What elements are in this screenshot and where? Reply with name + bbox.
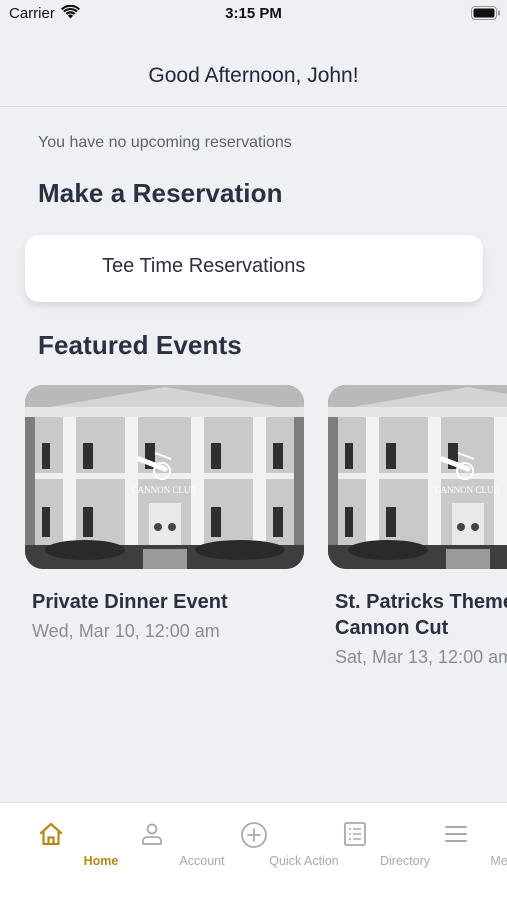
account-icon — [139, 821, 165, 852]
tab-label: Menu — [490, 854, 507, 868]
event-title: Private Dinner Event — [32, 591, 228, 613]
tab-account[interactable]: Account — [101, 803, 225, 883]
event-date: Sat, Mar 13, 12:00 am — [335, 647, 507, 667]
cannon-club-logo: CANNON CLUB — [435, 485, 500, 495]
tee-time-label: Tee Time Reservations — [102, 255, 306, 277]
page-header: Good Afternoon, John! — [0, 44, 507, 107]
featured-events-heading: Featured Events — [38, 330, 242, 360]
bottom-tab-bar: Home Account Quick Action Directory Me — [0, 802, 507, 900]
make-reservation-heading: Make a Reservation — [38, 178, 283, 208]
status-bar: Carrier 3:15 PM — [0, 0, 507, 30]
tab-directory[interactable]: Directory — [304, 803, 430, 883]
featured-events-carousel[interactable]: CANNON CLUB Private Dinner Event Wed, Ma… — [0, 385, 507, 685]
tee-time-reservations-button[interactable]: Tee Time Reservations — [25, 235, 483, 302]
plus-circle-icon — [240, 821, 268, 854]
event-image: CANNON CLUB — [328, 385, 507, 569]
battery-icon — [471, 6, 501, 25]
event-title: St. Patricks Theme Cannon Cut — [335, 591, 507, 639]
tab-quick-action[interactable]: Quick Action — [203, 803, 339, 883]
directory-icon — [342, 821, 368, 852]
menu-icon — [443, 821, 469, 852]
event-image: CANNON CLUB — [25, 385, 304, 569]
cannon-club-logo: CANNON CLUB — [132, 485, 197, 495]
no-reservations-message: You have no upcoming reservations — [38, 134, 292, 151]
clock-time: 3:15 PM — [225, 5, 282, 22]
greeting-title: Good Afternoon, John! — [148, 64, 359, 87]
event-date: Wed, Mar 10, 12:00 am — [32, 621, 220, 641]
home-icon — [38, 821, 64, 852]
tab-home[interactable]: Home — [0, 803, 118, 883]
tab-menu[interactable]: Menu — [405, 803, 507, 883]
